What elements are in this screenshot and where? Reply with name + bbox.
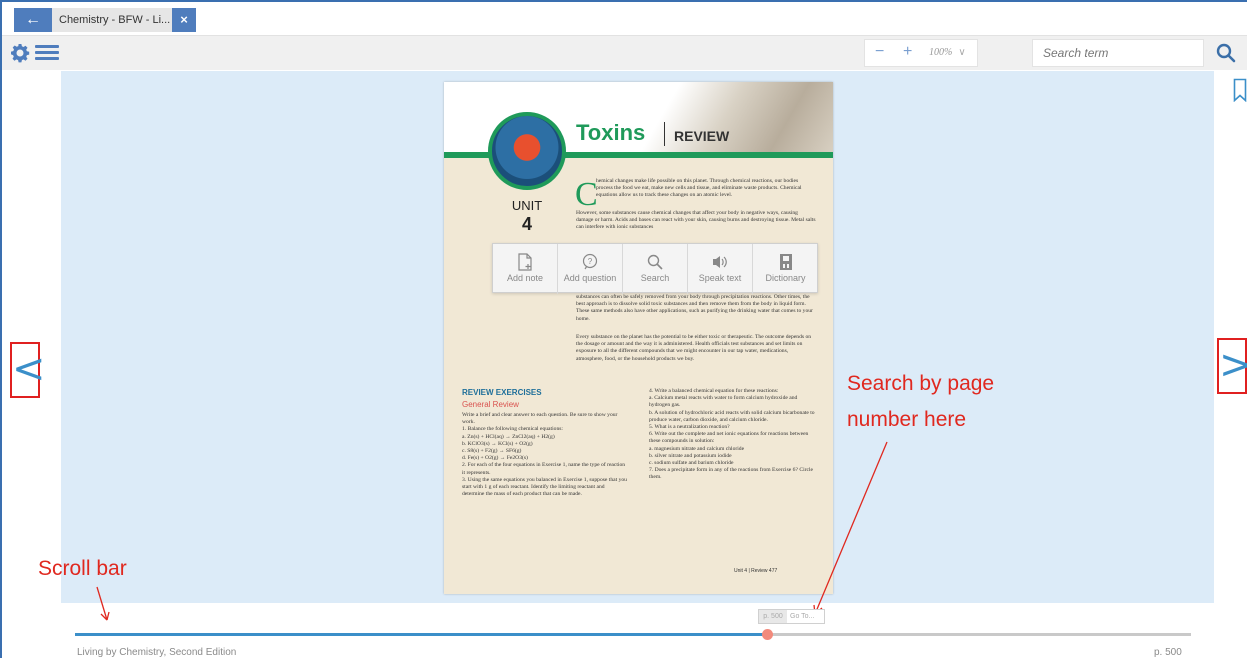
text-action-popup: Add note ? Add question Search Speak tex… bbox=[492, 243, 818, 294]
page-footer: Unit 4 | Review 477 bbox=[734, 568, 778, 574]
back-button[interactable]: ← bbox=[14, 8, 52, 32]
page-title: Toxins bbox=[576, 120, 646, 145]
close-tab-button[interactable]: × bbox=[172, 8, 196, 32]
drop-cap: C bbox=[575, 176, 598, 213]
zoom-in-button[interactable]: + bbox=[903, 43, 912, 61]
zoom-value: 100% bbox=[929, 47, 953, 58]
paragraph-2: However, some substances cause chemical … bbox=[576, 210, 816, 231]
chevron-left-icon: < bbox=[12, 346, 46, 392]
svg-text:?: ? bbox=[588, 257, 593, 266]
bookmark-icon[interactable] bbox=[1233, 78, 1247, 102]
annotation-search-page-line1: Search by page bbox=[847, 372, 995, 395]
popup-search-label: Search bbox=[640, 273, 670, 283]
scroll-progress bbox=[75, 633, 767, 636]
menu-icon[interactable] bbox=[35, 45, 59, 61]
dictionary-button[interactable]: Dictionary bbox=[753, 244, 818, 294]
unit-number: 4 bbox=[521, 214, 532, 234]
annotation-search-page-line2: number here bbox=[847, 408, 967, 431]
question-icon: ? bbox=[582, 253, 598, 270]
previous-page-button[interactable]: < bbox=[10, 342, 46, 398]
next-page-button[interactable]: > bbox=[1217, 338, 1247, 394]
page-section: REVIEW bbox=[674, 128, 730, 144]
paragraph-3: substances can often be safely removed f… bbox=[576, 294, 813, 322]
chevron-right-icon: > bbox=[1219, 340, 1247, 392]
add-question-button[interactable]: ? Add question bbox=[558, 244, 623, 294]
current-page: p. 500 bbox=[759, 610, 787, 623]
add-note-icon bbox=[518, 253, 532, 271]
dictionary-icon bbox=[779, 254, 792, 270]
add-note-button[interactable]: Add note bbox=[493, 244, 558, 294]
paragraph-4: Every substance on the planet has the po… bbox=[576, 334, 812, 362]
zoom-controls: − + 100% ∨ bbox=[864, 39, 978, 67]
page-number-box: p. 500 Go To... bbox=[758, 609, 825, 624]
app-window: ← Chemistry - BFW - Li... × − + 100% ∨ Se… bbox=[0, 0, 1247, 658]
title-divider bbox=[664, 122, 665, 146]
dictionary-label: Dictionary bbox=[765, 273, 806, 283]
scroll-thumb[interactable] bbox=[761, 629, 773, 640]
toolbar: − + 100% ∨ Search term bbox=[2, 35, 1247, 70]
review-exercises-heading: REVIEW EXERCISES bbox=[462, 388, 542, 397]
search-icon bbox=[647, 254, 663, 270]
page-number-input[interactable]: Go To... bbox=[787, 610, 814, 623]
add-question-label: Add question bbox=[563, 273, 617, 283]
intro-paragraph: hemical changes make life possible on th… bbox=[596, 178, 802, 199]
exercises-right-column: 4. Write a balanced chemical equation fo… bbox=[649, 388, 815, 481]
unit-label: UNIT bbox=[511, 198, 543, 213]
speak-text-label: Speak text bbox=[698, 273, 742, 283]
exercises-left-column: Write a brief and clear answer to each q… bbox=[462, 412, 627, 498]
tab-chemistry[interactable]: Chemistry - BFW - Li... bbox=[52, 8, 172, 32]
chevron-down-icon: ∨ bbox=[958, 47, 966, 58]
unit-image bbox=[488, 112, 566, 190]
book-page[interactable]: Toxins REVIEW UNIT 4 C hemical changes m… bbox=[444, 82, 833, 594]
zoom-out-button[interactable]: − bbox=[875, 43, 884, 61]
zoom-select[interactable]: 100% ∨ bbox=[929, 47, 966, 58]
general-review-heading: General Review bbox=[462, 400, 519, 409]
scroll-bar[interactable] bbox=[75, 629, 1191, 640]
speak-text-button[interactable]: Speak text bbox=[688, 244, 753, 294]
annotation-scroll-bar: Scroll bar bbox=[38, 557, 127, 580]
page-label: p. 500 bbox=[1154, 647, 1182, 658]
speaker-icon bbox=[713, 256, 727, 268]
popup-search-button[interactable]: Search bbox=[623, 244, 688, 294]
book-name: Living by Chemistry, Second Edition bbox=[77, 647, 237, 658]
search-icon[interactable] bbox=[1216, 43, 1236, 63]
add-note-label: Add note bbox=[506, 273, 544, 283]
gear-icon[interactable] bbox=[10, 43, 30, 63]
tab-bar: ← Chemistry - BFW - Li... × bbox=[2, 2, 1247, 35]
search-input[interactable]: Search term bbox=[1032, 39, 1204, 67]
